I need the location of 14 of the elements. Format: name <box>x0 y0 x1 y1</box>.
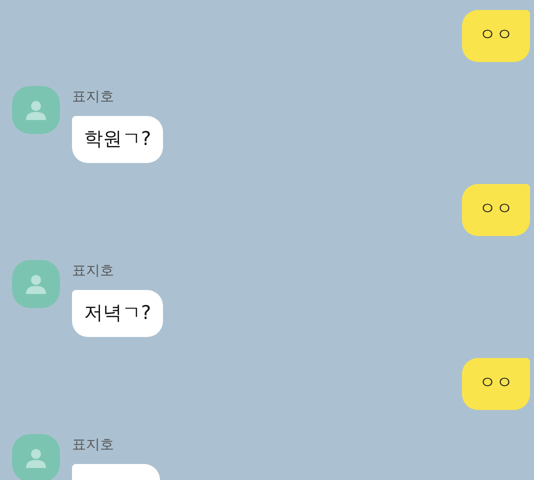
sender-name: 표지호 <box>72 88 114 106</box>
avatar[interactable] <box>12 434 60 480</box>
sender-name: 표지호 <box>72 262 114 280</box>
sender-name: 표지호 <box>72 436 114 454</box>
person-icon <box>25 99 47 121</box>
avatar[interactable] <box>12 86 60 134</box>
message-bubble: 학원ㄱ? <box>72 116 164 163</box>
message-bubble: ㅇㅇ <box>462 184 530 236</box>
avatar[interactable] <box>12 260 60 308</box>
message-bubble: ㅇㅇ <box>462 10 530 62</box>
message-bubble: ㅇㅇ <box>462 358 530 410</box>
person-icon <box>25 273 47 295</box>
message-bubble: 저녁ㄱ? <box>72 290 164 337</box>
person-icon <box>25 447 47 469</box>
